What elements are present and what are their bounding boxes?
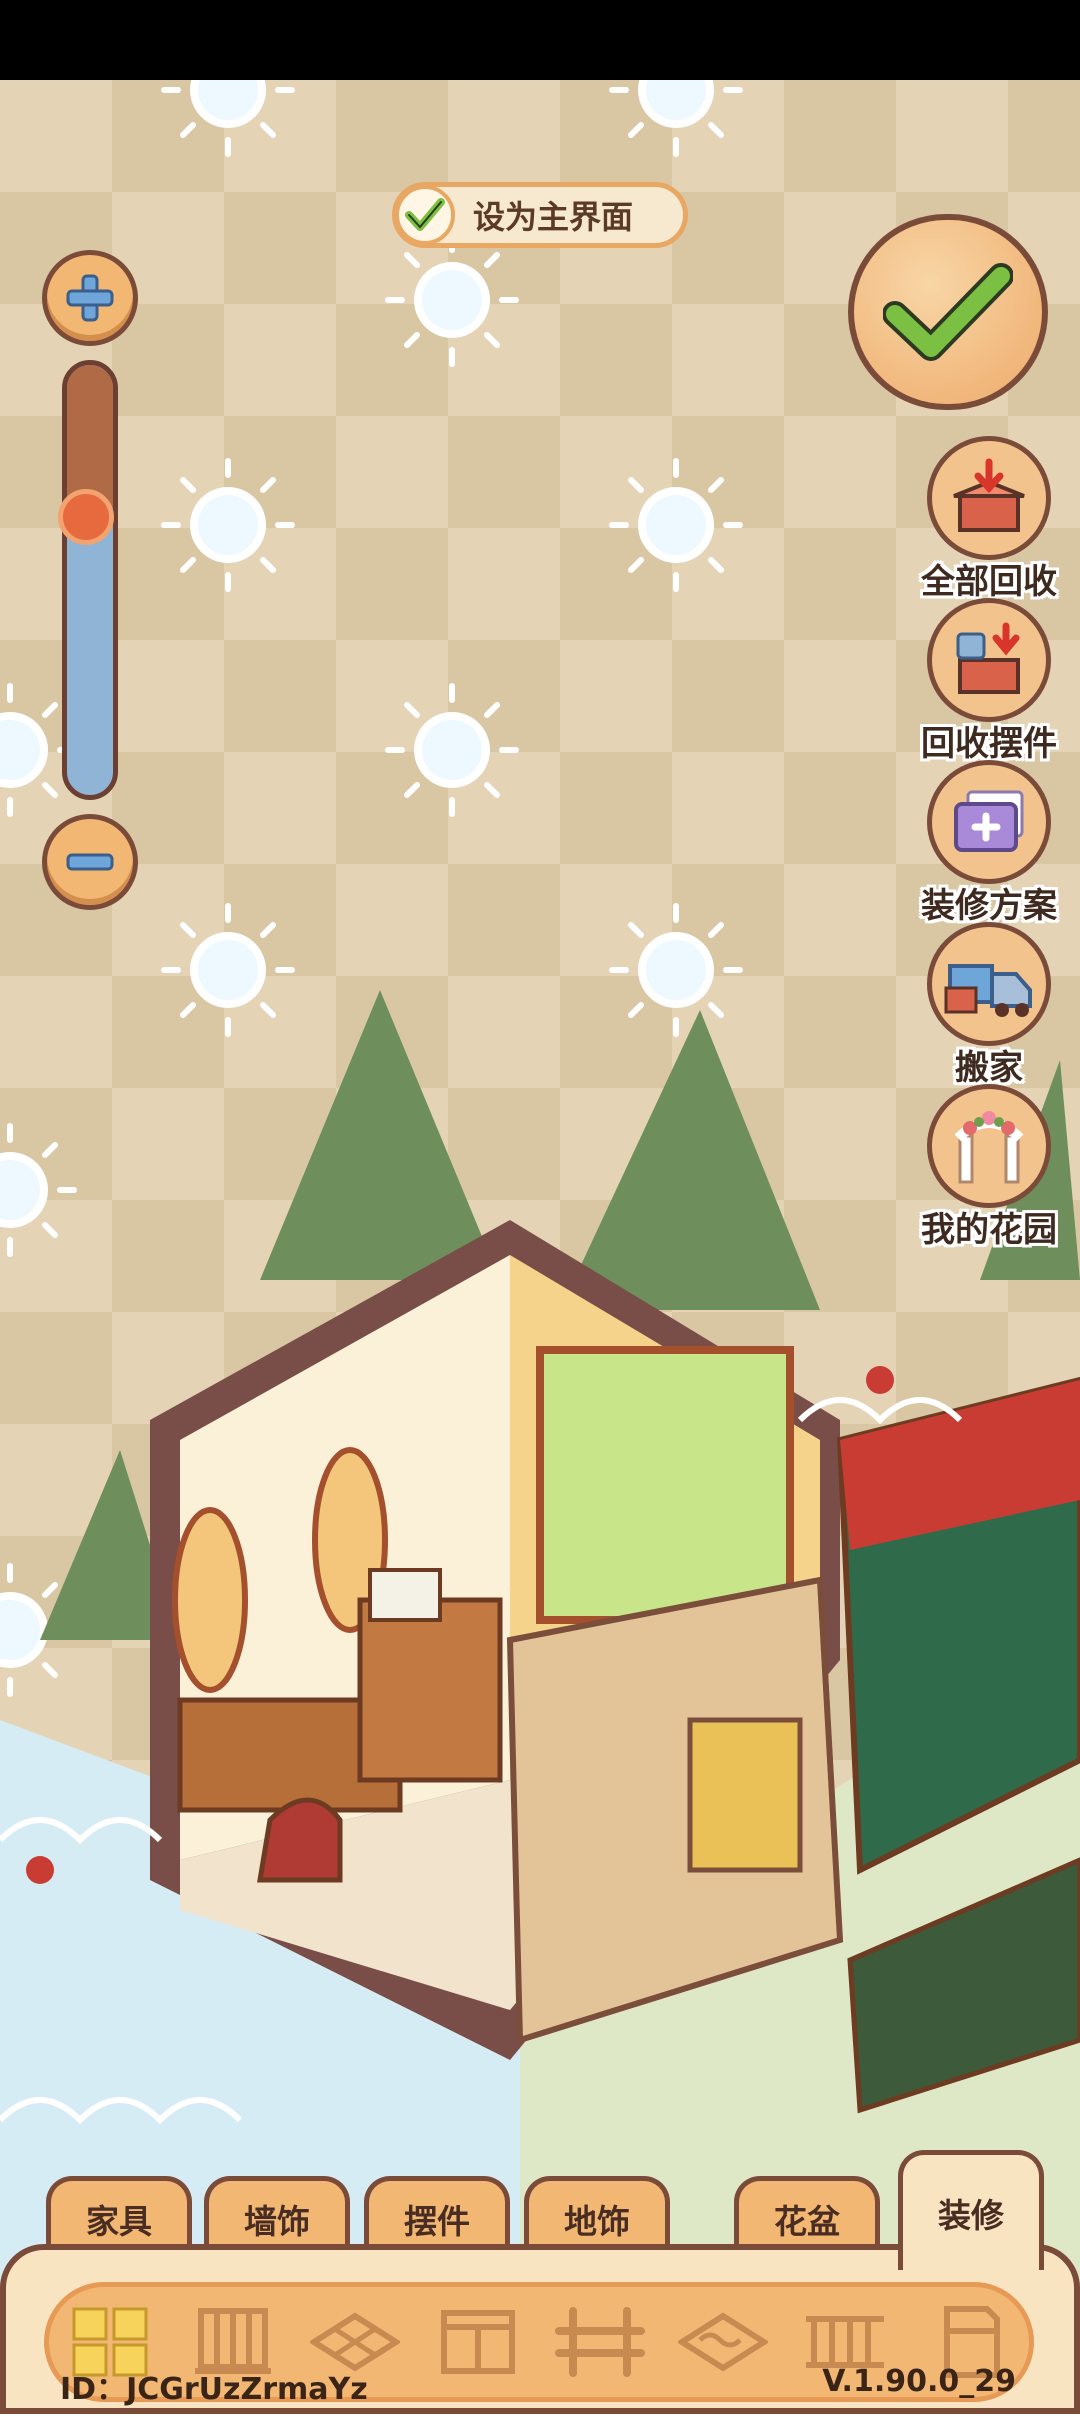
recycle-ornament-box-icon <box>927 598 1051 722</box>
minus-icon <box>66 853 114 871</box>
decor-plan-button[interactable]: 装修方案 <box>904 760 1074 927</box>
my-garden-label: 我的花园 <box>921 1210 1057 1250</box>
set-main-screen-label: 设为主界面 <box>473 198 634 236</box>
arched-window <box>172 1507 248 1693</box>
retro-computer[interactable] <box>368 1568 442 1622</box>
window-icon[interactable] <box>430 2302 526 2382</box>
zoom-out-button[interactable] <box>42 814 138 910</box>
confirm-button[interactable] <box>848 214 1048 410</box>
pine-tree <box>260 990 500 1280</box>
fence-icon[interactable] <box>552 2302 648 2382</box>
status-bar <box>0 0 1080 80</box>
holly-ornament <box>26 1856 54 1884</box>
decor-plan-folder-icon <box>927 760 1051 884</box>
holly-ornament <box>866 1366 894 1394</box>
checkmark-icon <box>883 263 1013 361</box>
pine-tree <box>560 1010 820 1310</box>
game-version: V.1.90.0_29 <box>822 2364 1016 2399</box>
zoom-slider-track[interactable] <box>62 360 118 800</box>
recycle-all-box-icon <box>927 436 1051 560</box>
plus-icon <box>66 274 114 322</box>
moving-truck-icon <box>927 922 1051 1046</box>
player-id: ID：JCGrUzZrmaYz <box>60 2372 368 2407</box>
tab-renovation[interactable]: 装修 <box>898 2150 1044 2270</box>
floor-pattern-icon[interactable] <box>675 2302 771 2382</box>
bookshelf[interactable] <box>357 1597 503 1783</box>
garden-arch-icon <box>927 1084 1051 1208</box>
recycle-ornaments-button[interactable]: 回收摆件 <box>904 598 1074 765</box>
decor-plan-label: 装修方案 <box>921 886 1057 926</box>
set-main-screen-toggle[interactable]: 设为主界面 <box>392 182 688 248</box>
zoom-in-button[interactable] <box>42 250 138 346</box>
zoom-slider-handle[interactable] <box>58 489 114 545</box>
bed-window <box>687 1717 803 1873</box>
checkbox-checked-icon[interactable] <box>395 185 455 245</box>
greenhouse-window <box>536 1346 794 1624</box>
recycle-all-button[interactable]: 全部回收 <box>904 436 1074 603</box>
recycle-ornaments-label: 回收摆件 <box>921 724 1057 764</box>
move-house-button[interactable]: 搬家 <box>904 922 1074 1089</box>
move-house-label: 搬家 <box>955 1048 1023 1088</box>
recycle-all-label: 全部回收 <box>921 562 1057 602</box>
my-garden-button[interactable]: 我的花园 <box>904 1084 1074 1251</box>
